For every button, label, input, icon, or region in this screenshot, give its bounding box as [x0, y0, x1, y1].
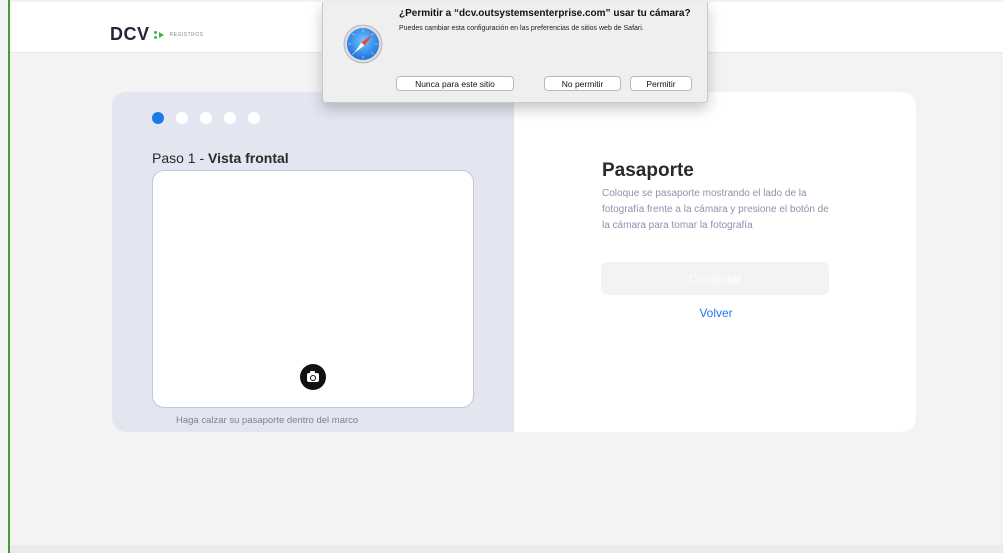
step-dot-2 [176, 112, 188, 124]
dcv-logo[interactable]: DCV REGISTROS [110, 24, 203, 45]
step-prefix: Paso 1 - [152, 150, 209, 166]
document-description: Coloque se pasaporte mostrando el lado d… [602, 188, 829, 231]
step-dot-1 [152, 112, 164, 124]
logo-subtitle: REGISTROS [169, 31, 204, 38]
step-name: Vista frontal [208, 150, 289, 166]
document-title: Pasaporte [602, 160, 694, 181]
logo-arrow-icon [158, 31, 164, 38]
camera-permission-dialog: ¿Permitir a “dcv.outsystemsenterprise.co… [322, 2, 708, 103]
step-title: Paso 1 - Vista frontal [152, 150, 289, 166]
never-for-site-button[interactable]: Nunca para este sitio [396, 76, 514, 91]
deny-button[interactable]: No permitir [544, 76, 621, 91]
dialog-subtitle: Puedes cambiar esta configuración en las… [399, 25, 644, 32]
camera-frame [152, 170, 474, 408]
step-dot-5 [248, 112, 260, 124]
logo-text: DCV [110, 24, 150, 44]
window-border [8, 0, 10, 553]
step-indicator [152, 112, 260, 124]
logo-dots-icon [153, 30, 157, 39]
dialog-title: ¿Permitir a “dcv.outsystemsenterprise.co… [399, 8, 691, 19]
continue-button[interactable]: Continuar [601, 262, 829, 295]
step-dot-4 [224, 112, 236, 124]
frame-hint: Haga calzar su pasaporte dentro del marc… [176, 415, 359, 426]
safari-compass-icon [343, 24, 383, 64]
step-dot-3 [200, 112, 212, 124]
allow-button[interactable]: Permitir [630, 76, 692, 91]
passport-capture-card: Paso 1 - Vista frontal Haga calzar su pa… [112, 92, 916, 432]
capture-panel: Paso 1 - Vista frontal Haga calzar su pa… [112, 92, 514, 432]
camera-capture-button[interactable] [300, 364, 326, 390]
bottom-bar [10, 545, 1003, 553]
back-link[interactable]: Volver [692, 306, 740, 320]
